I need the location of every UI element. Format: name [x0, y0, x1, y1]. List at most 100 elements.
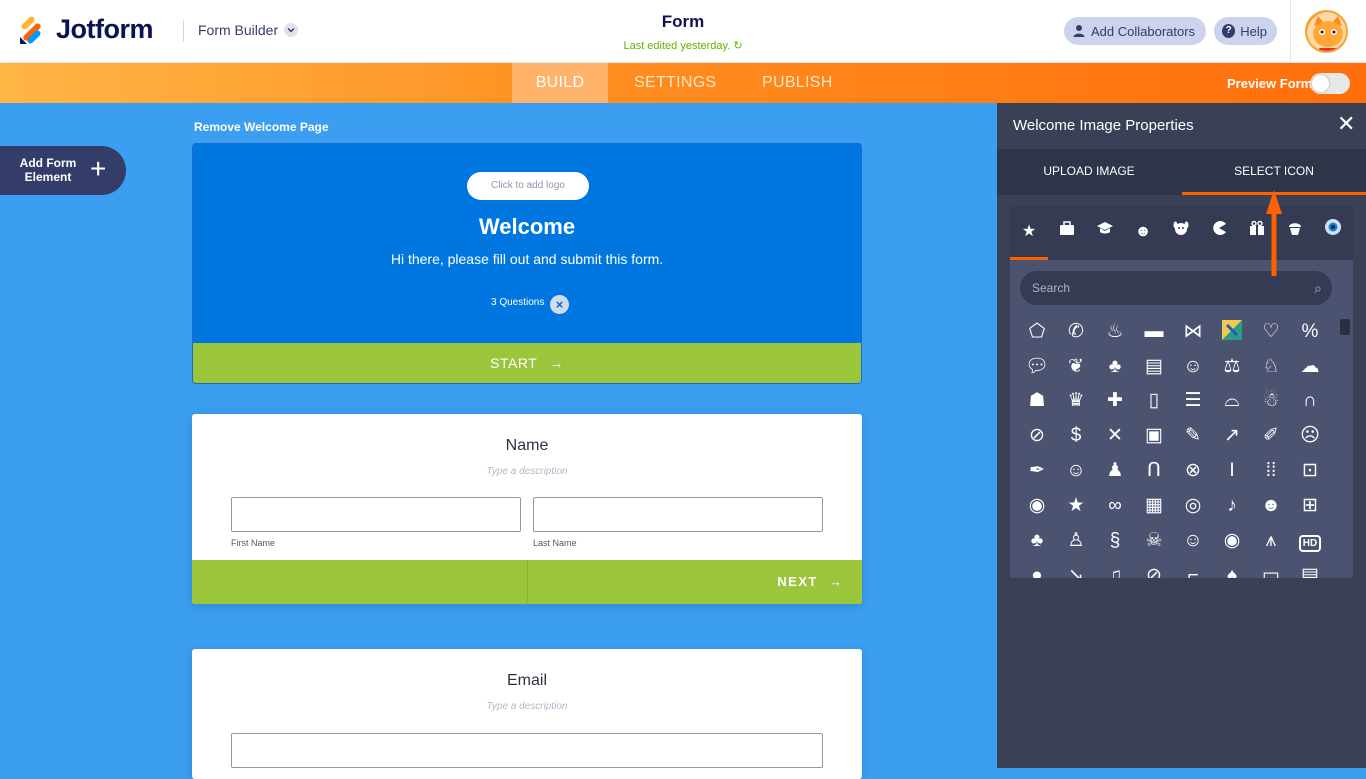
tree-icon[interactable]: ♣: [1102, 354, 1128, 380]
horseshoe-icon[interactable]: Ո: [1141, 458, 1167, 484]
welcome-page-card[interactable]: Click to add logo Welcome Hi there, plea…: [192, 143, 862, 384]
telescope-icon[interactable]: ⌐: [1180, 563, 1206, 578]
map-icon[interactable]: [1219, 319, 1245, 345]
spade-card-icon[interactable]: ♠: [1219, 563, 1245, 578]
no-walking-icon[interactable]: ⊘: [1024, 423, 1050, 449]
edit-icon[interactable]: ✐: [1258, 423, 1284, 449]
campfire-icon[interactable]: ⩚: [1258, 528, 1284, 554]
last-name-input[interactable]: [533, 497, 823, 532]
glasses-icon[interactable]: ∞: [1102, 493, 1128, 519]
angry-face-icon[interactable]: ☻: [1258, 493, 1284, 519]
no-phone-icon[interactable]: ⊗: [1180, 458, 1206, 484]
form-title[interactable]: Form: [583, 12, 783, 32]
bell-icon[interactable]: ♪: [1219, 493, 1245, 519]
pacman-icon[interactable]: [1205, 218, 1233, 246]
cupcake-icon[interactable]: ♨: [1102, 319, 1128, 345]
phone-icon[interactable]: ✆: [1063, 319, 1089, 345]
tab-publish[interactable]: PUBLISH: [762, 63, 833, 103]
balloon-icon[interactable]: ●: [1024, 563, 1050, 578]
family-icon[interactable]: ♟: [1102, 458, 1128, 484]
add-logo-button[interactable]: Click to add logo: [467, 172, 589, 200]
chat-bubbles-icon[interactable]: ☰: [1180, 388, 1206, 414]
help-button[interactable]: ? Help: [1214, 17, 1277, 45]
email-question-card[interactable]: Email Type a description: [192, 649, 862, 779]
welcome-subtitle[interactable]: Hi there, please fill out and submit thi…: [193, 251, 861, 267]
basket-icon[interactable]: ⌓: [1219, 388, 1245, 414]
poop-icon[interactable]: ☁: [1297, 354, 1323, 380]
form-builder-dropdown[interactable]: Form Builder: [198, 22, 299, 38]
eye-icon[interactable]: [1319, 218, 1347, 246]
tab-build[interactable]: BUILD: [512, 63, 608, 103]
chart-growth-icon[interactable]: ↗: [1219, 423, 1245, 449]
presentation-icon[interactable]: ⊡: [1297, 458, 1323, 484]
music-note-icon[interactable]: ♫: [1102, 563, 1128, 578]
angel-icon[interactable]: ☺: [1180, 354, 1206, 380]
speech-bubble-icon[interactable]: 💬︎: [1024, 354, 1050, 380]
next-button[interactable]: NEXT →: [777, 560, 842, 604]
star-icon[interactable]: ★: [1015, 218, 1043, 246]
email-input[interactable]: [231, 733, 823, 768]
dog-icon[interactable]: [1167, 218, 1195, 246]
first-name-input[interactable]: [231, 497, 521, 532]
shapes-icon[interactable]: ⬠: [1024, 319, 1050, 345]
name-question-title[interactable]: Name: [192, 437, 862, 455]
tab-upload-image[interactable]: UPLOAD IMAGE: [997, 149, 1181, 195]
grid-dots-icon[interactable]: ⁞⁞: [1258, 458, 1284, 484]
preview-form-toggle[interactable]: [1310, 73, 1350, 94]
archive-icon[interactable]: ▣: [1141, 423, 1167, 449]
couple-icon[interactable]: ♙: [1063, 528, 1089, 554]
invoice-icon[interactable]: §: [1102, 528, 1128, 554]
astronaut-icon[interactable]: ☃: [1258, 388, 1284, 414]
first-aid-icon[interactable]: ✚: [1102, 388, 1128, 414]
tab-select-icon[interactable]: SELECT ICON: [1182, 149, 1366, 195]
club-card-icon[interactable]: ♣: [1024, 528, 1050, 554]
rabbit-icon[interactable]: ♘: [1258, 354, 1284, 380]
tablet-icon[interactable]: ▯: [1141, 388, 1167, 414]
name-question-card[interactable]: Name Type a description First Name Last …: [192, 414, 862, 604]
leaf-icon[interactable]: ❦: [1063, 354, 1089, 380]
satellite-icon[interactable]: ✎: [1180, 423, 1206, 449]
welcome-title[interactable]: Welcome: [193, 214, 861, 240]
network-icon[interactable]: ⋈: [1180, 319, 1206, 345]
devil-icon[interactable]: ☠: [1141, 528, 1167, 554]
column-icon[interactable]: I: [1219, 458, 1245, 484]
smiley-outline-icon[interactable]: ☺: [1180, 528, 1206, 554]
magnet-icon[interactable]: ∩: [1297, 388, 1323, 414]
chart-down-icon[interactable]: ↘: [1063, 563, 1089, 578]
smiley-icon[interactable]: ☻: [1129, 218, 1157, 246]
name-question-description[interactable]: Type a description: [192, 466, 862, 477]
folder-icon[interactable]: ▭: [1258, 563, 1284, 578]
close-icon[interactable]: ×: [550, 295, 569, 314]
avatar[interactable]: [1305, 10, 1348, 53]
cupcake-icon[interactable]: [1281, 218, 1309, 246]
email-question-title[interactable]: Email: [192, 672, 862, 690]
tools-icon[interactable]: ✕: [1102, 423, 1128, 449]
chat-icon[interactable]: ▤: [1141, 354, 1167, 380]
feather-icon[interactable]: ✒: [1024, 458, 1050, 484]
globe-icon[interactable]: ◉: [1024, 493, 1050, 519]
jotform-logo[interactable]: Jotform: [18, 14, 154, 45]
add-user-icon[interactable]: ☗: [1024, 388, 1050, 414]
add-collaborators-button[interactable]: Add Collaborators: [1064, 17, 1206, 45]
dollar-icon[interactable]: $: [1063, 423, 1089, 449]
printer-icon[interactable]: ▬: [1141, 319, 1167, 345]
record-icon[interactable]: ◉: [1219, 528, 1245, 554]
smile-icon[interactable]: ☺: [1063, 458, 1089, 484]
remove-welcome-page-link[interactable]: Remove Welcome Page: [194, 120, 329, 134]
sad-face-icon[interactable]: ☹: [1297, 423, 1323, 449]
close-icon[interactable]: ✕: [1337, 113, 1355, 135]
scrollbar-thumb[interactable]: [1340, 319, 1350, 335]
star-icon[interactable]: ★: [1063, 493, 1089, 519]
tab-settings[interactable]: SETTINGS: [634, 63, 716, 103]
hd-icon[interactable]: HD: [1297, 528, 1323, 554]
start-button[interactable]: START →: [193, 343, 861, 383]
toolbox-icon[interactable]: ▦: [1141, 493, 1167, 519]
add-form-element-button[interactable]: Add Form Element +: [0, 146, 126, 195]
popcorn-icon[interactable]: ♛: [1063, 388, 1089, 414]
user-heart-icon[interactable]: ♡: [1258, 319, 1284, 345]
target-icon[interactable]: ◎: [1180, 493, 1206, 519]
scales-icon[interactable]: ⚖: [1219, 354, 1245, 380]
documents-icon[interactable]: ▤: [1297, 563, 1323, 578]
icon-grid-scrollbar[interactable]: [1340, 319, 1350, 574]
board-icon[interactable]: ⊞: [1297, 493, 1323, 519]
